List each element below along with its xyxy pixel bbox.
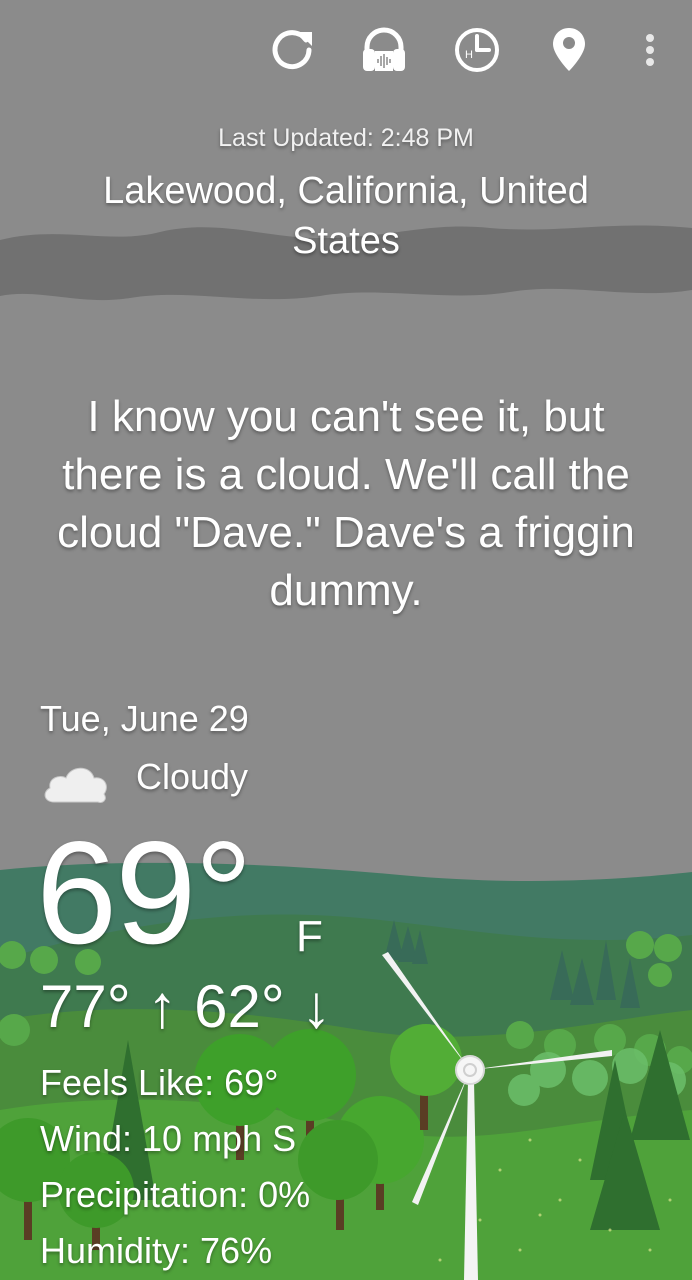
temperature-unit[interactable]: F xyxy=(296,912,323,962)
forecast-date: Tue, June 29 xyxy=(40,698,249,739)
weather-quote: I know you can't see it, but there is a … xyxy=(57,392,635,615)
feels-like-text: Feels Like: 69° xyxy=(40,1062,279,1103)
humidity-text: Humidity: 76% xyxy=(40,1230,273,1271)
refresh-icon xyxy=(272,30,312,70)
hourly-forecast-button[interactable]: H xyxy=(445,18,509,82)
wind-text: Wind: 10 mph S xyxy=(40,1118,297,1159)
location-button[interactable] xyxy=(537,18,601,82)
overflow-menu-button[interactable] xyxy=(618,18,682,82)
audio-button[interactable] xyxy=(352,18,416,82)
hourly-letter: H xyxy=(465,49,473,61)
condition-row: Cloudy xyxy=(40,752,440,808)
last-updated-text: Last Updated: 2:48 PM xyxy=(218,124,474,152)
location-pin-icon xyxy=(553,28,585,71)
more-vert-icon xyxy=(646,34,654,66)
refresh-button[interactable] xyxy=(260,18,324,82)
high-low-temperature: 77° ↑ 62° ↓ xyxy=(40,973,332,1040)
location-name[interactable]: Lakewood, California, United States xyxy=(60,166,632,266)
app-toolbar: H xyxy=(0,18,692,82)
hourly-clock-icon: H xyxy=(455,28,499,72)
cloud-icon xyxy=(44,767,107,803)
precipitation-text: Precipitation: 0% xyxy=(40,1174,311,1215)
current-temperature: 69° xyxy=(36,811,253,974)
condition-label: Cloudy xyxy=(136,756,249,797)
headphones-audio-icon xyxy=(363,27,405,71)
